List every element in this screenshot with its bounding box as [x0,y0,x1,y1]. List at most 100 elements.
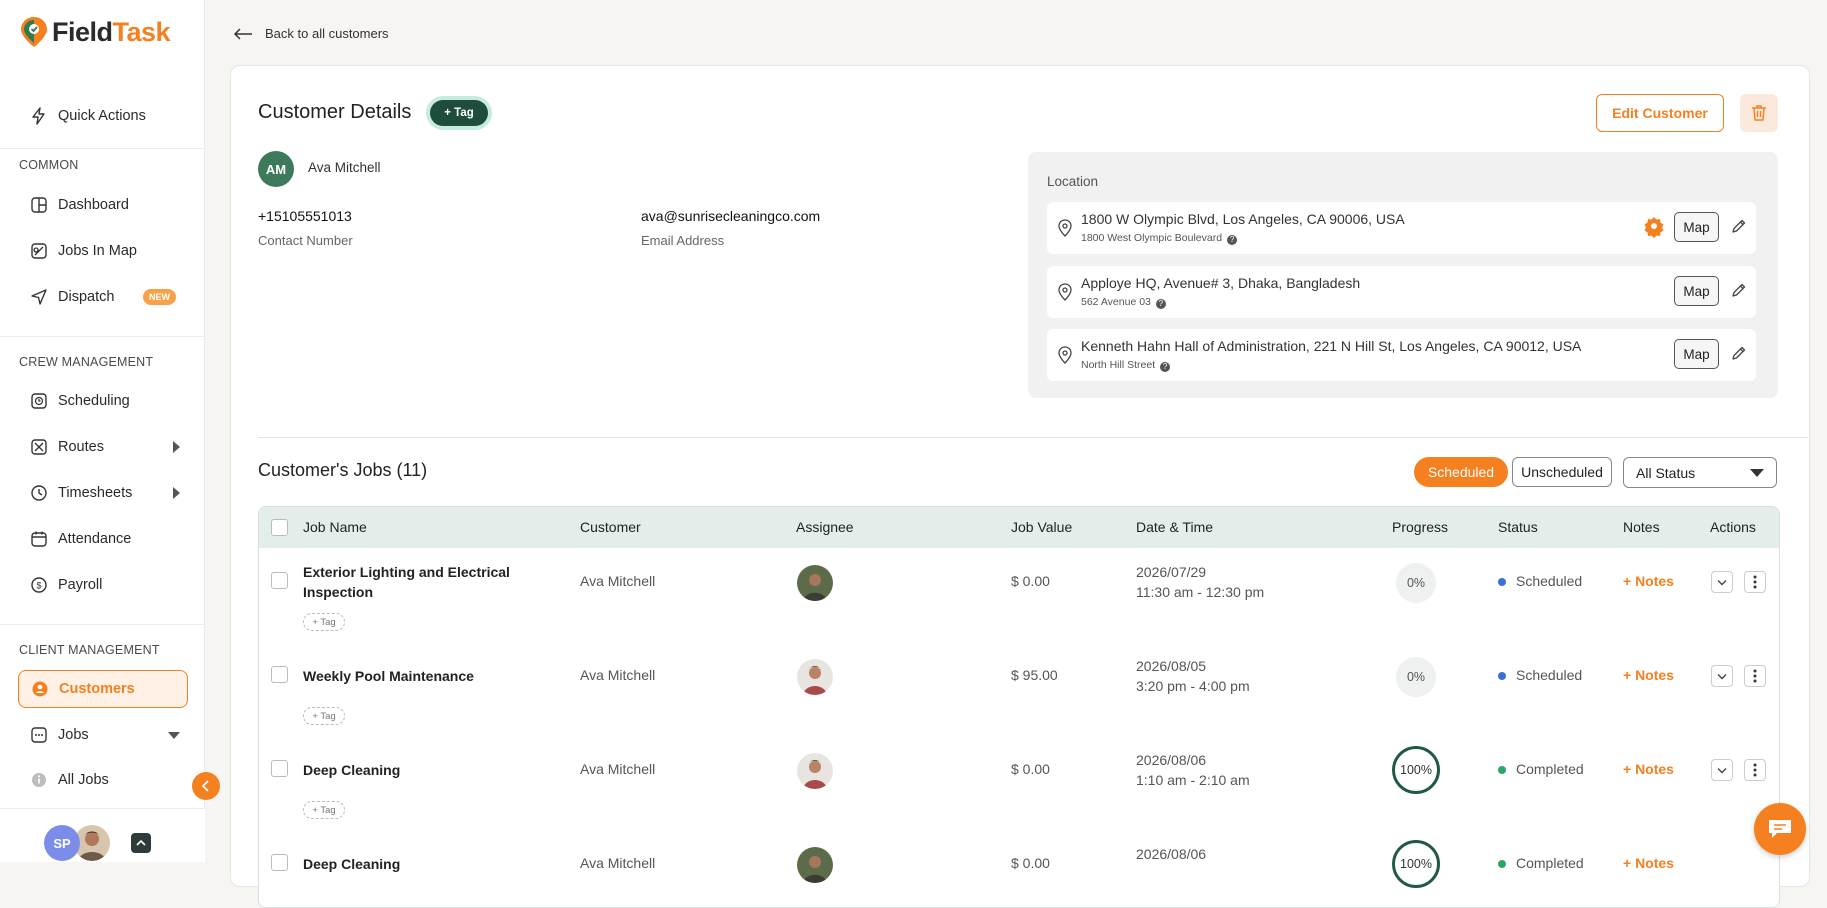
column-header[interactable]: Customer [580,519,641,535]
chat-support-button[interactable] [1754,803,1806,855]
table-row[interactable]: Deep Cleaning Ava Mitchell $ 0.00 2026/0… [259,830,1779,907]
row-more-button[interactable] [1744,665,1766,687]
status-dot [1498,860,1506,868]
dashboard-icon [31,197,47,213]
delete-customer-button[interactable] [1740,94,1778,132]
send-icon [31,289,47,305]
column-header[interactable]: Date & Time [1136,519,1213,535]
filter-unscheduled-button[interactable]: Unscheduled [1512,457,1612,487]
routes-icon [31,439,47,455]
add-tag-button[interactable]: + Tag [430,100,488,126]
new-badge: NEW [143,289,176,305]
status-dot [1498,672,1506,680]
edit-pencil-icon[interactable] [1731,345,1747,361]
table-row[interactable]: Deep Cleaning + Tag Ava Mitchell $ 0.00 … [259,736,1779,831]
assignee-avatar[interactable] [797,659,833,695]
sidebar-item-label: Routes [58,439,104,455]
date-time: 2026/08/05 3:20 pm - 4:00 pm [1136,658,1250,694]
filter-scheduled-button[interactable]: Scheduled [1414,457,1508,487]
customer-name: Ava Mitchell [308,160,381,175]
jobs-section-title: Customer's Jobs (11) [258,460,428,480]
sidebar-item-jobs-in-map[interactable]: Jobs In Map [18,233,188,269]
sidebar-item-scheduling[interactable]: Scheduling [18,383,188,419]
sidebar-item-label: Payroll [58,577,103,593]
edit-customer-button[interactable]: Edit Customer [1596,94,1724,132]
sidebar-item-dashboard[interactable]: Dashboard [18,187,188,223]
sidebar-item-quick-actions[interactable]: Quick Actions [18,98,188,134]
column-header[interactable]: Assignee [796,519,854,535]
row-checkbox[interactable] [271,572,288,589]
collapse-sidebar-button[interactable] [192,772,220,800]
expand-row-button[interactable] [1711,759,1733,781]
expand-row-button[interactable] [1711,571,1733,593]
status-text: Scheduled [1516,667,1583,683]
date-time: 2026/07/29 11:30 am - 12:30 pm [1136,564,1265,600]
arrow-left-icon [233,27,252,40]
help-icon[interactable]: ? [1160,362,1171,372]
location-row: Kenneth Hahn Hall of Administration, 221… [1047,329,1756,381]
job-name[interactable]: Weekly Pool Maintenance [303,666,533,686]
add-tag-chip[interactable]: + Tag [303,613,345,631]
job-name[interactable]: Exterior Lighting and Electrical Inspect… [303,562,533,602]
customer-cell: Ava Mitchell [580,761,656,777]
user-avatar[interactable]: SP [44,825,80,861]
column-header[interactable]: Status [1498,519,1538,535]
location-row: 1800 W Olympic Blvd, Los Angeles, CA 900… [1047,202,1756,254]
map-button[interactable]: Map [1674,339,1719,369]
sidebar-item-attendance[interactable]: Attendance [18,521,188,557]
assignee-avatar[interactable] [797,753,833,789]
sidebar-item-payroll[interactable]: $ Payroll [18,567,188,603]
select-all-checkbox[interactable] [271,519,288,536]
sidebar-item-jobs[interactable]: Jobs [18,717,188,753]
status-dot [1498,766,1506,774]
column-header[interactable]: Progress [1392,519,1448,535]
footer-expand-button[interactable] [131,833,151,853]
add-notes-link[interactable]: + Notes [1623,761,1674,777]
chevron-down-icon [1717,673,1727,679]
add-tag-chip[interactable]: + Tag [303,707,345,725]
sidebar-item-customers[interactable]: Customers [18,670,188,708]
row-more-button[interactable] [1744,571,1766,593]
job-value: $ 0.00 [1011,573,1050,589]
more-vertical-icon [1753,575,1757,589]
person-photo-icon [797,847,833,883]
expand-row-button[interactable] [1711,665,1733,687]
edit-pencil-icon[interactable] [1731,282,1747,298]
sidebar-subitem-all-jobs[interactable]: All Jobs [18,762,188,798]
add-tag-chip[interactable]: + Tag [303,801,345,819]
add-notes-link[interactable]: + Notes [1623,667,1674,683]
sidebar-item-dispatch[interactable]: Dispatch NEW [18,279,188,315]
add-notes-link[interactable]: + Notes [1623,573,1674,589]
column-header[interactable]: Notes [1623,519,1660,535]
chevron-down-icon [1717,579,1727,585]
assignee-avatar[interactable] [797,847,833,883]
job-name[interactable]: Deep Cleaning [303,854,533,874]
table-row[interactable]: Exterior Lighting and Electrical Inspect… [259,548,1779,643]
status-filter-select[interactable]: All Status [1623,457,1777,488]
column-header[interactable]: Job Value [1011,519,1072,535]
app-logo[interactable]: FieldTask [20,16,171,48]
progress-indicator: 100% [1392,840,1440,888]
primary-location-badge-icon [1644,217,1664,238]
location-pin-icon [1058,283,1072,301]
row-more-button[interactable] [1744,759,1766,781]
help-icon[interactable]: ? [1227,235,1238,245]
row-checkbox[interactable] [271,666,288,683]
sidebar-item-timesheets[interactable]: Timesheets [18,475,188,511]
row-checkbox[interactable] [271,854,288,871]
column-header[interactable]: Actions [1710,519,1756,535]
map-button[interactable]: Map [1674,212,1719,242]
add-notes-link[interactable]: + Notes [1623,855,1674,871]
address-subline: 562 Avenue 03? [1081,296,1166,309]
assignee-avatar[interactable] [797,565,833,601]
job-name[interactable]: Deep Cleaning [303,760,533,780]
job-value: $ 0.00 [1011,855,1050,871]
sidebar-item-routes[interactable]: Routes [18,429,188,465]
help-icon[interactable]: ? [1155,299,1166,309]
back-to-customers-link[interactable]: Back to all customers [233,26,389,41]
map-button[interactable]: Map [1674,276,1719,306]
table-row[interactable]: Weekly Pool Maintenance + Tag Ava Mitche… [259,642,1779,737]
row-checkbox[interactable] [271,760,288,777]
column-header[interactable]: Job Name [303,519,367,535]
edit-pencil-icon[interactable] [1731,218,1747,234]
